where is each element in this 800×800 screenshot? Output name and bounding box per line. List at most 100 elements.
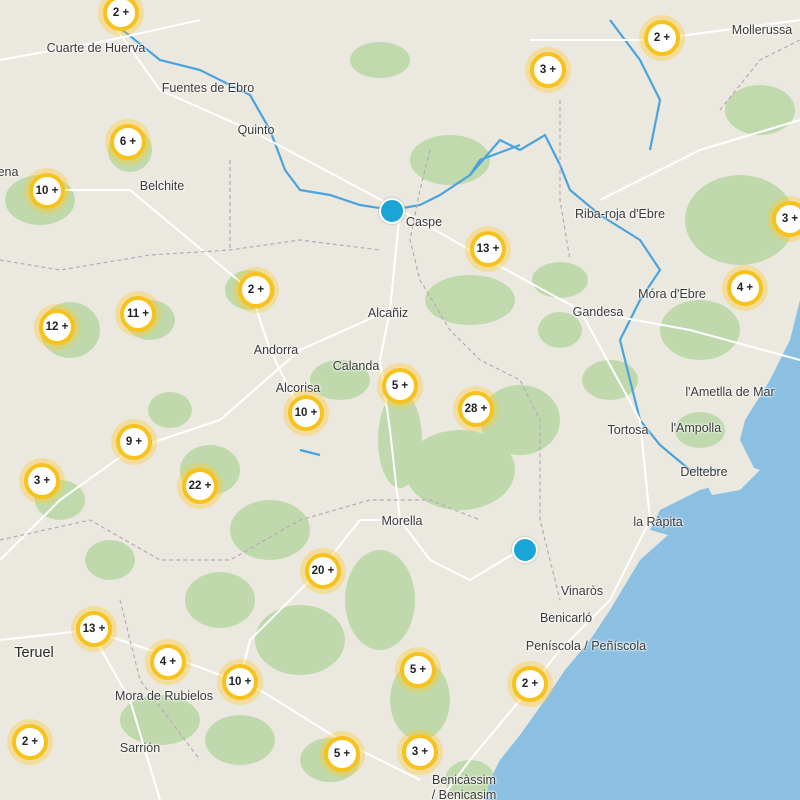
cluster-marker[interactable]: 6 + <box>105 119 151 165</box>
cluster-count: 5 + <box>333 748 351 760</box>
place-label: Quinto <box>237 123 275 137</box>
cluster-count: 2 + <box>21 736 39 748</box>
cluster-marker[interactable]: 3 + <box>525 47 571 93</box>
place-label: Deltebre <box>680 465 728 479</box>
cluster-count: 28 + <box>464 403 488 415</box>
cluster-marker[interactable]: 2 + <box>233 267 279 313</box>
cluster-ring: 13 + <box>76 611 112 647</box>
cluster-ring: 4 + <box>150 644 186 680</box>
cluster-marker[interactable]: 5 + <box>377 363 423 409</box>
place-label: Calanda <box>332 359 380 373</box>
place-label: Fuentes de Ebro <box>161 81 255 95</box>
place-label: / Benicasim <box>431 788 497 800</box>
cluster-ring: 3 + <box>24 463 60 499</box>
cluster-marker[interactable]: 28 + <box>453 386 499 432</box>
cluster-ring: 4 + <box>727 270 763 306</box>
cluster-ring: 2 + <box>644 20 680 56</box>
cluster-ring: 10 + <box>288 395 324 431</box>
location-marker[interactable] <box>512 537 538 563</box>
cluster-count: 5 + <box>409 664 427 676</box>
cluster-count: 6 + <box>119 136 137 148</box>
place-label: l'Ampolla <box>670 421 722 435</box>
cluster-marker[interactable]: 10 + <box>217 659 263 705</box>
cluster-ring: 13 + <box>470 231 506 267</box>
cluster-ring: 28 + <box>458 391 494 427</box>
place-label: Belchite <box>139 179 185 193</box>
cluster-ring: 3 + <box>772 201 800 237</box>
cluster-count: 2 + <box>247 284 265 296</box>
cluster-count: 3 + <box>539 64 557 76</box>
cluster-count: 3 + <box>411 746 429 758</box>
place-label: Benicàssim <box>432 773 496 787</box>
cluster-count: 10 + <box>228 676 252 688</box>
cluster-count: 22 + <box>188 480 212 492</box>
cluster-count: 10 + <box>35 185 59 197</box>
cluster-ring: 3 + <box>402 734 438 770</box>
cluster-ring: 2 + <box>103 0 139 31</box>
cluster-count: 4 + <box>159 656 177 668</box>
place-label: Alcañiz <box>367 306 409 320</box>
map-canvas[interactable]: Cuarte de Huerva Fuentes de Ebro Quinto … <box>0 0 800 800</box>
cluster-marker[interactable]: 3 + <box>397 729 443 775</box>
cluster-count: 4 + <box>736 282 754 294</box>
place-label: Mora de Rubielos <box>115 689 213 703</box>
cluster-count: 3 + <box>781 213 799 225</box>
place-label: Riba-roja d'Ebre <box>575 207 665 221</box>
cluster-marker[interactable]: 10 + <box>24 168 70 214</box>
cluster-marker[interactable]: 2 + <box>7 719 53 765</box>
cluster-count: 13 + <box>476 243 500 255</box>
cluster-ring: 3 + <box>530 52 566 88</box>
place-label: Morella <box>381 514 423 528</box>
cluster-ring: 20 + <box>305 553 341 589</box>
cluster-marker[interactable]: 2 + <box>639 15 685 61</box>
cluster-ring: 6 + <box>110 124 146 160</box>
cluster-ring: 5 + <box>400 652 436 688</box>
cluster-count: 13 + <box>82 623 106 635</box>
place-label: Móra d'Ebre <box>638 287 706 301</box>
cluster-marker[interactable]: 13 + <box>465 226 511 272</box>
cluster-ring: 5 + <box>382 368 418 404</box>
cluster-marker[interactable]: 22 + <box>177 463 223 509</box>
cluster-marker[interactable]: 3 + <box>19 458 65 504</box>
place-label: Mollerussa <box>731 23 793 37</box>
place-label: Benicarló <box>539 611 593 625</box>
place-label: ena <box>0 165 19 179</box>
cluster-count: 3 + <box>33 475 51 487</box>
cluster-count: 9 + <box>125 436 143 448</box>
cluster-marker[interactable]: 12 + <box>34 304 80 350</box>
cluster-count: 2 + <box>112 7 130 19</box>
location-marker[interactable] <box>379 198 405 224</box>
cluster-ring: 11 + <box>120 296 156 332</box>
cluster-count: 11 + <box>126 308 150 320</box>
cluster-marker[interactable]: 4 + <box>145 639 191 685</box>
cluster-count: 10 + <box>294 407 318 419</box>
place-label: l'Ametlla de Mar <box>685 385 775 399</box>
cluster-ring: 10 + <box>222 664 258 700</box>
cluster-marker[interactable]: 4 + <box>722 265 768 311</box>
place-label: Sarrión <box>119 741 161 755</box>
cluster-marker[interactable]: 20 + <box>300 548 346 594</box>
cluster-ring: 9 + <box>116 424 152 460</box>
place-label: Caspe <box>405 215 443 229</box>
place-label: Andorra <box>253 343 299 357</box>
cluster-ring: 5 + <box>324 736 360 772</box>
place-label: Peníscola / Peñíscola <box>525 639 647 653</box>
place-label: Teruel <box>14 645 54 661</box>
cluster-ring: 2 + <box>238 272 274 308</box>
cluster-ring: 10 + <box>29 173 65 209</box>
cluster-marker[interactable]: 5 + <box>395 647 441 693</box>
cluster-count: 5 + <box>391 380 409 392</box>
cluster-marker[interactable]: 2 + <box>507 661 553 707</box>
cluster-marker[interactable]: 13 + <box>71 606 117 652</box>
cluster-ring: 2 + <box>512 666 548 702</box>
cluster-count: 2 + <box>521 678 539 690</box>
cluster-ring: 12 + <box>39 309 75 345</box>
cluster-count: 12 + <box>45 321 69 333</box>
cluster-marker[interactable]: 5 + <box>319 731 365 777</box>
cluster-count: 2 + <box>653 32 671 44</box>
place-label: Vinaròs <box>560 584 604 598</box>
place-label: Tortosa <box>607 423 649 437</box>
cluster-marker[interactable]: 9 + <box>111 419 157 465</box>
cluster-marker[interactable]: 11 + <box>115 291 161 337</box>
cluster-marker[interactable]: 10 + <box>283 390 329 436</box>
